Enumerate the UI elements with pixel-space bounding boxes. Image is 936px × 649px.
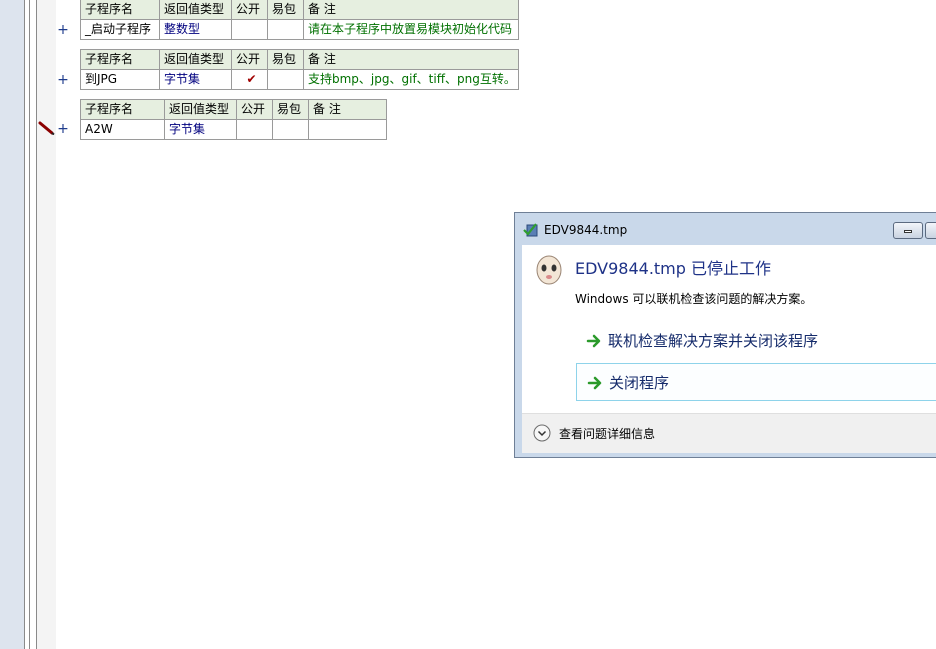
expand-plus-button[interactable]: + bbox=[57, 23, 69, 37]
cell-note[interactable]: 请在本子程序中放置易模块初始化代码 bbox=[303, 19, 519, 40]
header-public: 公开 bbox=[231, 0, 268, 20]
cell-easy-package[interactable] bbox=[267, 69, 304, 90]
cell-return-type[interactable]: 整数型 bbox=[159, 19, 232, 40]
close-program-button[interactable]: 关闭程序 bbox=[576, 363, 936, 401]
header-note: 备 注 bbox=[303, 0, 519, 20]
header-return-type: 返回值类型 bbox=[164, 99, 237, 120]
green-arrow-icon bbox=[587, 376, 602, 390]
table-row[interactable]: 到JPG 字节集 ✔ 支持bmp、jpg、gif、tiff、png互转。 bbox=[80, 69, 519, 90]
cell-public[interactable] bbox=[231, 19, 268, 40]
check-online-and-close-button[interactable]: 联机检查解决方案并关闭该程序 bbox=[576, 322, 936, 360]
view-details-link[interactable]: 查看问题详细信息 bbox=[559, 425, 655, 442]
header-return-type: 返回值类型 bbox=[159, 49, 232, 70]
header-easy-package: 易包 bbox=[267, 0, 304, 20]
cell-public-checkmark[interactable]: ✔ bbox=[231, 69, 268, 90]
cell-note[interactable] bbox=[308, 119, 387, 140]
header-public: 公开 bbox=[236, 99, 273, 120]
editor-gutter bbox=[0, 0, 24, 649]
cell-return-type[interactable]: 字节集 bbox=[159, 69, 232, 90]
dialog-heading: EDV9844.tmp 已停止工作 bbox=[575, 259, 772, 278]
header-note: 备 注 bbox=[303, 49, 519, 70]
crash-dialog: EDV9844.tmp EDV9844.tmp 已停止工作 Windows 可以… bbox=[514, 212, 936, 458]
minimize-button[interactable] bbox=[893, 222, 923, 239]
table-header-row: 子程序名 返回值类型 公开 易包 备 注 bbox=[80, 0, 519, 20]
header-easy-package: 易包 bbox=[267, 49, 304, 70]
gutter-divider bbox=[24, 0, 25, 649]
cell-return-type[interactable]: 字节集 bbox=[164, 119, 237, 140]
table-row[interactable]: A2W 字节集 bbox=[80, 119, 387, 140]
subroutine-table: 子程序名 返回值类型 公开 易包 备 注 到JPG 字节集 ✔ 支持bmp、jp… bbox=[80, 49, 519, 90]
details-bar: 查看问题详细信息 bbox=[522, 413, 936, 453]
pencil-icon bbox=[38, 121, 55, 135]
header-public: 公开 bbox=[231, 49, 268, 70]
window-title: EDV9844.tmp bbox=[544, 223, 628, 237]
cell-public[interactable] bbox=[236, 119, 273, 140]
table-header-row: 子程序名 返回值类型 公开 易包 备 注 bbox=[80, 99, 387, 120]
table-row[interactable]: _启动子程序 整数型 请在本子程序中放置易模块初始化代码 bbox=[80, 19, 519, 40]
header-name: 子程序名 bbox=[80, 99, 165, 120]
maximize-button[interactable] bbox=[925, 222, 936, 239]
window-title-icon bbox=[523, 223, 538, 237]
dialog-description: Windows 可以联机检查该问题的解决方案。 bbox=[575, 292, 813, 306]
option-label: 联机检查解决方案并关闭该程序 bbox=[608, 332, 819, 350]
subroutine-table: 子程序名 返回值类型 公开 易包 备 注 _启动子程序 整数型 请在本子程序中放… bbox=[80, 0, 519, 40]
header-name: 子程序名 bbox=[80, 49, 160, 70]
minimize-icon bbox=[904, 230, 912, 233]
cell-name[interactable]: 到JPG bbox=[80, 69, 160, 90]
marker-strip bbox=[37, 0, 56, 649]
dialog-content: EDV9844.tmp 已停止工作 Windows 可以联机检查该问题的解决方案… bbox=[522, 245, 936, 453]
cell-easy-package[interactable] bbox=[272, 119, 309, 140]
header-easy-package: 易包 bbox=[272, 99, 309, 120]
cell-easy-package[interactable] bbox=[267, 19, 304, 40]
expand-chevron-icon[interactable] bbox=[533, 424, 551, 442]
cell-name[interactable]: A2W bbox=[80, 119, 165, 140]
gutter-divider bbox=[29, 0, 30, 649]
subroutine-table: 子程序名 返回值类型 公开 易包 备 注 A2W 字节集 bbox=[80, 99, 387, 140]
cell-note[interactable]: 支持bmp、jpg、gif、tiff、png互转。 bbox=[303, 69, 519, 90]
table-header-row: 子程序名 返回值类型 公开 易包 备 注 bbox=[80, 49, 519, 70]
expand-plus-button[interactable]: + bbox=[57, 122, 69, 136]
cell-name[interactable]: _启动子程序 bbox=[80, 19, 160, 40]
app-icon bbox=[536, 255, 562, 285]
header-name: 子程序名 bbox=[80, 0, 160, 20]
header-return-type: 返回值类型 bbox=[159, 0, 232, 20]
green-arrow-icon bbox=[586, 334, 601, 348]
option-label: 关闭程序 bbox=[609, 374, 670, 392]
expand-plus-button[interactable]: + bbox=[57, 73, 69, 87]
header-note: 备 注 bbox=[308, 99, 387, 120]
